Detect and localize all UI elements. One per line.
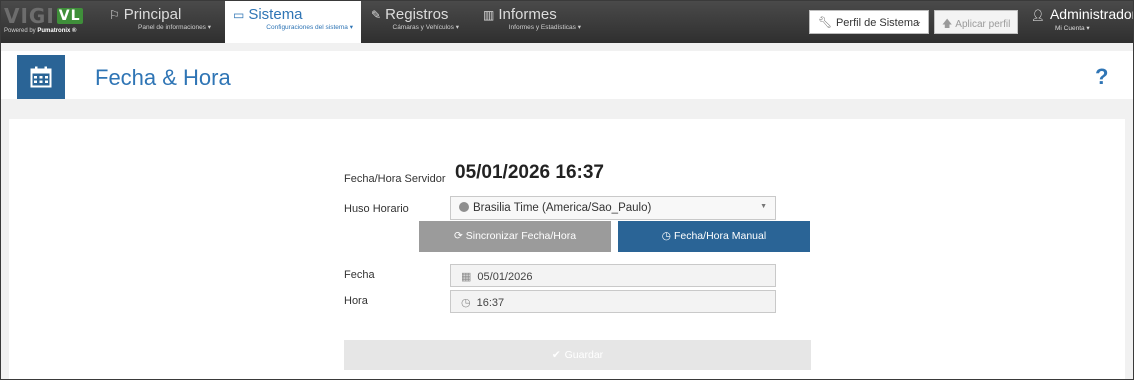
top-navbar: VIGI VL Powered by Pumatronix ® ⚐ Principa… — [1, 1, 1133, 43]
logo-brand-a: VIGI — [4, 4, 55, 28]
bar-chart-icon: ▥ — [483, 8, 495, 22]
timezone-label: Huso Horario — [344, 203, 409, 215]
nav-item-label: Sistema — [248, 6, 303, 23]
nav-item-sublabel: Cámaras y Vehículos ▾ — [392, 24, 460, 31]
user-sublabel: Mi Cuenta ▾ — [1055, 25, 1090, 32]
clock-icon: ◷ — [661, 230, 671, 242]
user-menu[interactable]: 👤︎ Administrador Mi Cuenta ▾ — [1031, 6, 1134, 33]
clock-icon: ◷ — [461, 297, 471, 309]
manual-datetime-button[interactable]: ◷ Fecha/Hora Manual — [618, 221, 810, 252]
powered-by-text: Powered by Pumatronix ® — [4, 28, 76, 34]
nav-item-registros[interactable]: ✎ Registros Cámaras y Vehículos ▾ — [363, 1, 467, 43]
profile-select-value: Perfil de Sistema — [835, 17, 920, 29]
nav-item-label: Principal — [123, 6, 182, 23]
apply-profile-label: Aplicar perfil — [955, 19, 1011, 30]
help-icon[interactable]: ? — [1095, 64, 1108, 90]
check-icon: ✔ — [551, 349, 561, 361]
nav-item-principal[interactable]: ⚐ Principal Panel de informaciones ▾ — [101, 1, 219, 43]
user-name: Administrador — [1049, 6, 1134, 22]
powered-brand: Pumatronix ® — [37, 28, 77, 34]
date-value: 05/01/2026 — [477, 271, 533, 283]
nav-item-label: Registros — [385, 6, 449, 23]
nav-item-sistema[interactable]: ▭ Sistema Configuraciones del sistema ▾ — [225, 1, 361, 43]
server-time-value: 05/01/2026 16:37 — [455, 162, 604, 183]
profile-select[interactable]: 🔧︎ Perfil de Sistema ⌄ — [809, 10, 929, 34]
page-header: Fecha & Hora ? — [1, 51, 1133, 99]
server-time-label: Fecha/Hora Servidor — [344, 173, 446, 185]
calendar-icon — [17, 55, 65, 99]
nav-item-sublabel: Configuraciones del sistema ▾ — [266, 24, 353, 31]
powered-prefix: Powered by — [4, 28, 38, 34]
sync-button-label: Sincronizar Fecha/Hora — [465, 230, 577, 242]
globe-icon — [459, 202, 469, 212]
save-button[interactable]: ✔ Guardar — [344, 340, 811, 370]
page-title: Fecha & Hora — [95, 65, 231, 90]
nav-item-sublabel: Panel de informaciones ▾ — [138, 24, 211, 31]
app-window: VIGI VL Powered by Pumatronix ® ⚐ Principa… — [0, 0, 1134, 380]
chevron-down-icon: ⌄ — [914, 16, 922, 26]
app-logo[interactable]: VIGI VL Powered by Pumatronix ® — [4, 5, 98, 39]
time-field[interactable]: ◷ 16:37 — [450, 290, 776, 313]
nav-item-informes[interactable]: ▥ Informes Informes y Estadísticas ▾ — [475, 1, 589, 43]
time-value: 16:37 — [476, 297, 505, 309]
arrow-up-icon: 🡅︎ — [942, 19, 953, 30]
apply-profile-button[interactable]: 🡅︎ Aplicar perfil — [934, 10, 1018, 34]
caret-down-icon: ▼ — [760, 203, 767, 210]
sync-datetime-button[interactable]: ⟳ Sincronizar Fecha/Hora — [419, 221, 611, 252]
manual-button-label: Fecha/Hora Manual — [673, 230, 767, 242]
date-label: Fecha — [344, 269, 375, 281]
monitor-icon: ▭ — [233, 8, 245, 22]
timezone-select[interactable]: Brasilia Time (America/Sao_Paulo) ▼ — [450, 196, 776, 220]
date-field[interactable]: ▦ 05/01/2026 — [450, 264, 776, 287]
save-button-label: Guardar — [564, 349, 604, 361]
edit-icon: ✎ — [371, 8, 382, 22]
timezone-value: Brasilia Time (America/Sao_Paulo) — [473, 202, 652, 214]
time-label: Hora — [344, 295, 368, 307]
refresh-icon: ⟳ — [453, 230, 463, 242]
logo-wordmark: VIGI VL — [4, 5, 83, 27]
logo-brand-b: VL — [56, 8, 83, 24]
nav-item-label: Informes — [498, 6, 557, 23]
flag-icon: ⚐ — [109, 8, 120, 22]
calendar-icon: ▦ — [461, 271, 472, 283]
user-icon: 👤︎ — [1031, 10, 1045, 22]
wrench-icon: 🔧︎ — [818, 17, 832, 29]
nav-item-sublabel: Informes y Estadísticas ▾ — [508, 24, 581, 31]
